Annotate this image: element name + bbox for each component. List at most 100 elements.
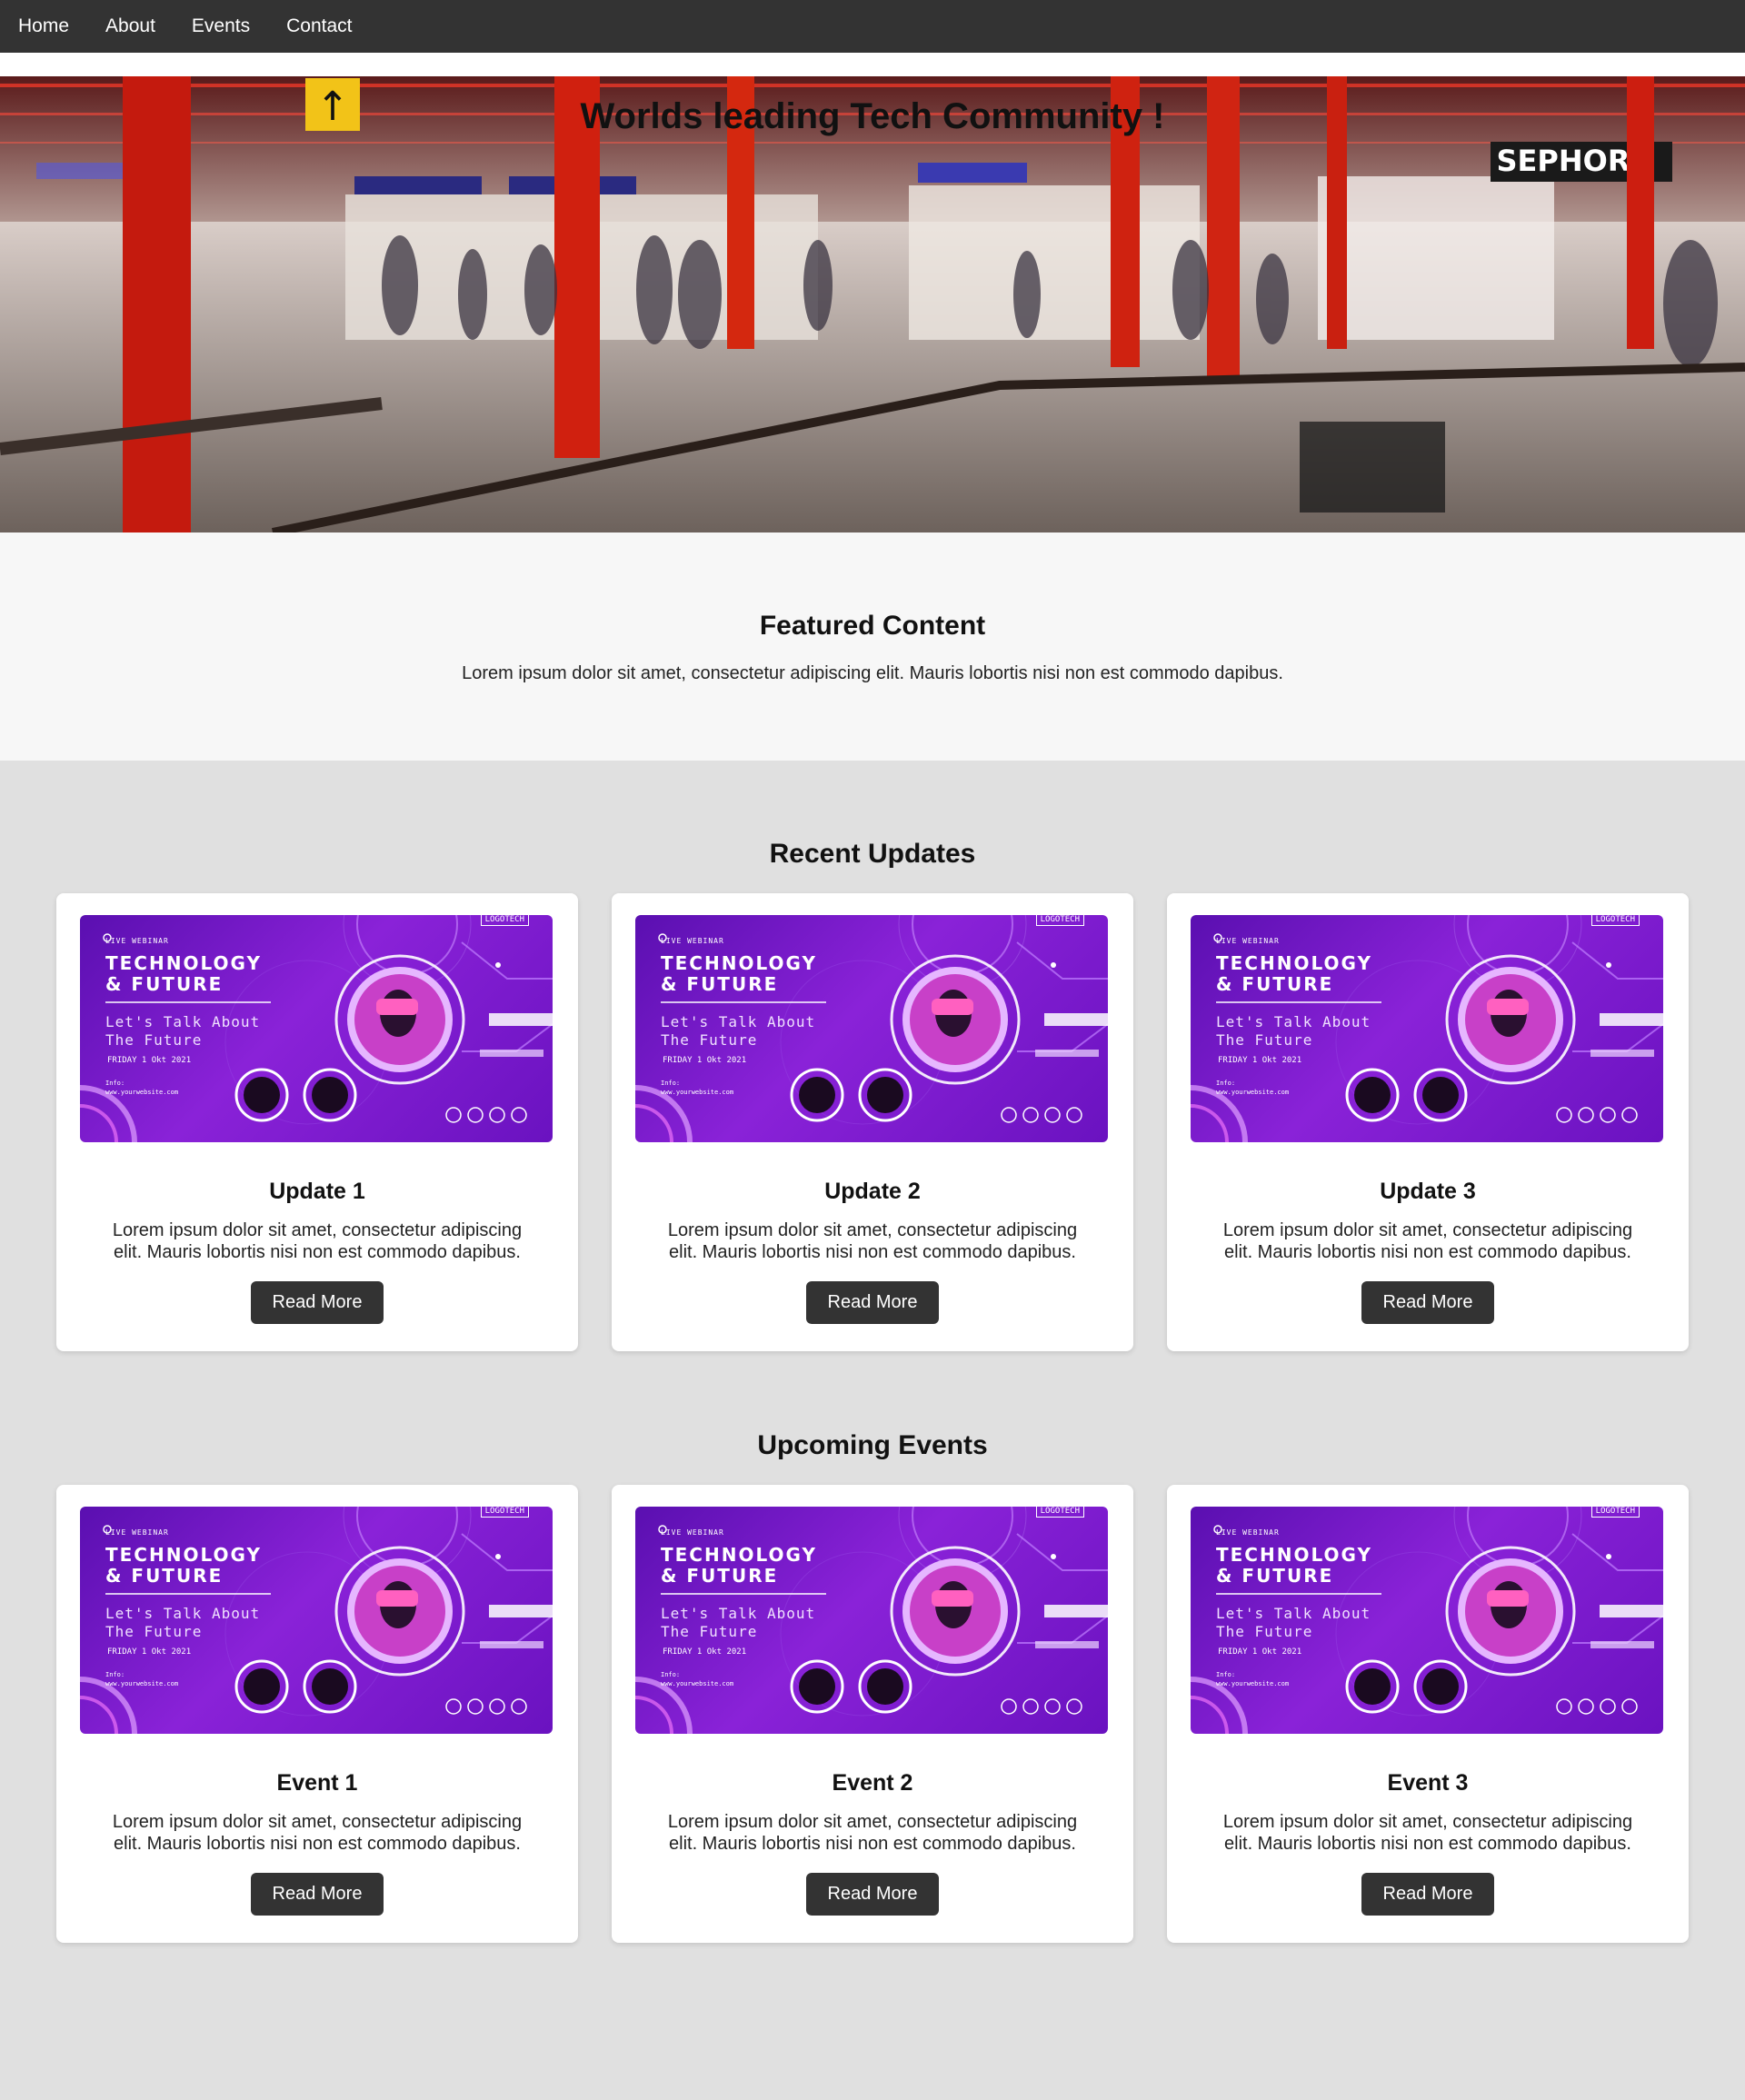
featured-title: Featured Content	[759, 611, 986, 641]
banner-date: FRIDAY 1 Okt 2021	[663, 1647, 747, 1657]
banner-live-label: LIVE WEBINAR	[1216, 1528, 1280, 1537]
banner-title-line1: TECHNOLOGY	[1216, 952, 1372, 974]
banner-title-line2: & FUTURE	[661, 973, 779, 995]
banner-live-label: LIVE WEBINAR	[105, 1528, 169, 1537]
banner-subtitle: Let's Talk About The Future	[661, 1605, 815, 1641]
card-title: Update 2	[824, 1179, 921, 1204]
banner-date: FRIDAY 1 Okt 2021	[663, 1056, 747, 1065]
nav-spacer	[0, 53, 1745, 76]
banner-title: TECHNOLOGY & FUTURE	[105, 1545, 262, 1587]
banner-date: FRIDAY 1 Okt 2021	[107, 1056, 192, 1065]
recent-updates-section: Recent Updates LOGOTECH LIVE WEBINAR TEC…	[0, 761, 1745, 1430]
banner-date: FRIDAY 1 Okt 2021	[1218, 1647, 1302, 1657]
card-text: Lorem ipsum dolor sit amet, consectetur …	[667, 1220, 1078, 1262]
webinar-banner-image: LOGOTECH LIVE WEBINAR TECHNOLOGY & FUTUR…	[635, 915, 1108, 1142]
banner-logo: LOGOTECH	[1035, 1507, 1084, 1518]
nav-about-link[interactable]: About	[105, 15, 155, 37]
banner-title: TECHNOLOGY & FUTURE	[105, 953, 262, 995]
banner-info-url: www.yourwebsite.com	[1216, 1680, 1290, 1687]
banner-live-label: LIVE WEBINAR	[661, 1528, 724, 1537]
banner-subtitle: Let's Talk About The Future	[661, 1013, 815, 1050]
banner-info-url: www.yourwebsite.com	[661, 1680, 734, 1687]
banner-info-label: Info:	[1216, 1671, 1236, 1678]
read-more-button[interactable]: Read More	[1361, 1873, 1495, 1916]
banner-info: Info: www.yourwebsite.com	[1216, 1670, 1289, 1688]
banner-title-line2: & FUTURE	[661, 1565, 779, 1587]
banner-logo: LOGOTECH	[480, 915, 529, 926]
banner-live-label: LIVE WEBINAR	[1216, 937, 1280, 945]
banner-info-label: Info:	[661, 1080, 681, 1087]
banner-title-line1: TECHNOLOGY	[661, 952, 817, 974]
banner-title-line2: & FUTURE	[1216, 1565, 1334, 1587]
read-more-button[interactable]: Read More	[805, 1873, 940, 1916]
banner-subtitle: Let's Talk About The Future	[1216, 1605, 1371, 1641]
banner-sub-line2: The Future	[1216, 1031, 1313, 1049]
banner-title-line2: & FUTURE	[105, 1565, 224, 1587]
banner-title-line1: TECHNOLOGY	[661, 1544, 817, 1566]
updates-cards: LOGOTECH LIVE WEBINAR TECHNOLOGY & FUTUR…	[0, 893, 1745, 1351]
banner-date: FRIDAY 1 Okt 2021	[107, 1647, 192, 1657]
card-text: Lorem ipsum dolor sit amet, consectetur …	[112, 1812, 523, 1854]
update-card: LOGOTECH LIVE WEBINAR TECHNOLOGY & FUTUR…	[56, 893, 578, 1351]
sephora-sign: SEPHOR	[1497, 144, 1630, 178]
banner-logo: LOGOTECH	[1590, 915, 1640, 926]
banner-subtitle: Let's Talk About The Future	[1216, 1013, 1371, 1050]
hero-photo: ↑ SEPHOR	[0, 76, 1745, 532]
banner-sub-line1: Let's Talk About	[105, 1013, 261, 1030]
banner-title-line1: TECHNOLOGY	[105, 952, 262, 974]
banner-sub-line2: The Future	[105, 1623, 203, 1640]
banner-sub-line1: Let's Talk About	[1216, 1013, 1371, 1030]
banner-info-label: Info:	[1216, 1080, 1236, 1087]
banner-title: TECHNOLOGY & FUTURE	[1216, 1545, 1372, 1587]
banner-info: Info: www.yourwebsite.com	[105, 1079, 178, 1097]
top-nav: Home About Events Contact	[0, 0, 1745, 53]
banner-sub-line1: Let's Talk About	[105, 1605, 261, 1622]
hero-banner: ↑ SEPHOR Worlds leading Tech Community !	[0, 76, 1745, 532]
webinar-banner-image: LOGOTECH LIVE WEBINAR TECHNOLOGY & FUTUR…	[1191, 915, 1663, 1142]
banner-info: Info: www.yourwebsite.com	[105, 1670, 178, 1688]
events-cards: LOGOTECH LIVE WEBINAR TECHNOLOGY & FUTUR…	[0, 1485, 1745, 1943]
banner-info-url: www.yourwebsite.com	[105, 1680, 179, 1687]
featured-text: Lorem ipsum dolor sit amet, consectetur …	[462, 663, 1283, 683]
banner-info-url: www.yourwebsite.com	[661, 1089, 734, 1096]
update-card: LOGOTECH LIVE WEBINAR TECHNOLOGY & FUTUR…	[1167, 893, 1689, 1351]
read-more-button[interactable]: Read More	[250, 1281, 384, 1324]
card-text: Lorem ipsum dolor sit amet, consectetur …	[1222, 1812, 1633, 1854]
nav-events-link[interactable]: Events	[192, 15, 250, 37]
banner-info-label: Info:	[105, 1080, 125, 1087]
card-title: Update 1	[269, 1179, 365, 1204]
banner-date: FRIDAY 1 Okt 2021	[1218, 1056, 1302, 1065]
banner-sub-line1: Let's Talk About	[1216, 1605, 1371, 1622]
events-title: Upcoming Events	[757, 1430, 988, 1460]
banner-title-line2: & FUTURE	[105, 973, 224, 995]
banner-info-url: www.yourwebsite.com	[105, 1089, 179, 1096]
card-text: Lorem ipsum dolor sit amet, consectetur …	[112, 1220, 523, 1262]
banner-live-label: LIVE WEBINAR	[105, 937, 169, 945]
nav-home-link[interactable]: Home	[18, 15, 69, 37]
webinar-banner-image: LOGOTECH LIVE WEBINAR TECHNOLOGY & FUTUR…	[635, 1507, 1108, 1734]
banner-title: TECHNOLOGY & FUTURE	[1216, 953, 1372, 995]
banner-title: TECHNOLOGY & FUTURE	[661, 953, 817, 995]
card-title: Event 1	[276, 1770, 358, 1796]
hero-title: Worlds leading Tech Community !	[580, 96, 1165, 136]
update-card: LOGOTECH LIVE WEBINAR TECHNOLOGY & FUTUR…	[612, 893, 1133, 1351]
card-title: Update 3	[1380, 1179, 1476, 1204]
read-more-button[interactable]: Read More	[250, 1873, 384, 1916]
banner-logo: LOGOTECH	[1035, 915, 1084, 926]
event-card: LOGOTECH LIVE WEBINAR TECHNOLOGY & FUTUR…	[612, 1485, 1133, 1943]
banner-logo: LOGOTECH	[1590, 1507, 1640, 1518]
banner-info-label: Info:	[105, 1671, 125, 1678]
read-more-button[interactable]: Read More	[805, 1281, 940, 1324]
banner-title-line1: TECHNOLOGY	[105, 1544, 262, 1566]
banner-live-label: LIVE WEBINAR	[661, 937, 724, 945]
read-more-button[interactable]: Read More	[1361, 1281, 1495, 1324]
banner-info: Info: www.yourwebsite.com	[661, 1670, 733, 1688]
banner-title-line1: TECHNOLOGY	[1216, 1544, 1372, 1566]
banner-title-line2: & FUTURE	[1216, 973, 1334, 995]
nav-contact-link[interactable]: Contact	[286, 15, 352, 37]
banner-sub-line1: Let's Talk About	[661, 1013, 816, 1030]
banner-sub-line2: The Future	[105, 1031, 203, 1049]
banner-title: TECHNOLOGY & FUTURE	[661, 1545, 817, 1587]
banner-sub-line2: The Future	[661, 1623, 758, 1640]
banner-info-label: Info:	[661, 1671, 681, 1678]
